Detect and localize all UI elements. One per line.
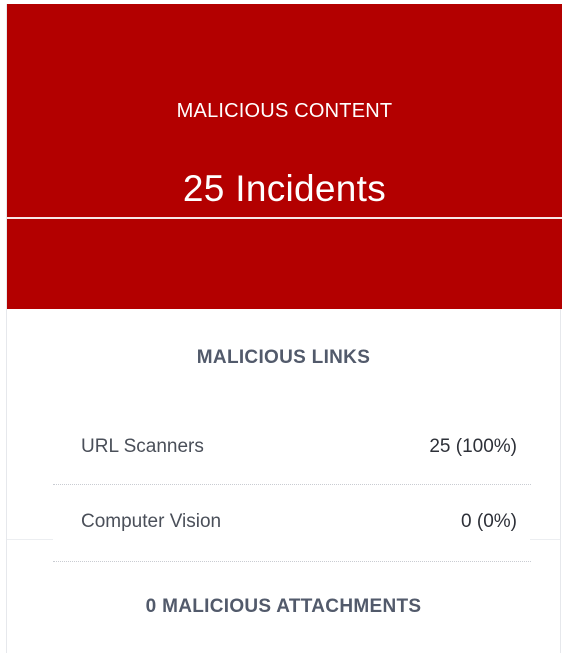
incident-count: 25 Incidents: [182, 168, 387, 209]
summary-label: MALICIOUS CONTENT: [176, 100, 393, 122]
row-value: 0 (0%): [461, 511, 517, 532]
summary-divider: [7, 217, 562, 219]
malicious-content-summary[interactable]: MALICIOUS CONTENT 25 Incidents: [7, 4, 562, 309]
section-divider-right: [530, 539, 560, 540]
computer-vision-row[interactable]: Computer Vision 0 (0%): [53, 511, 531, 541]
row-label: Computer Vision: [81, 511, 222, 532]
section-divider-left: [7, 539, 53, 540]
malicious-attachments-title[interactable]: 0 MALICIOUS ATTACHMENTS: [7, 596, 560, 618]
url-scanners-row[interactable]: URL Scanners 25 (100%): [53, 436, 531, 466]
malicious-links-title: MALICIOUS LINKS: [196, 347, 371, 368]
row-label: URL Scanners: [81, 436, 204, 457]
malicious-content-card: MALICIOUS CONTENT 25 Incidents MALICIOUS…: [6, 4, 562, 653]
row-value: 25 (100%): [429, 436, 517, 457]
row-divider: [53, 561, 531, 562]
row-divider: [53, 484, 531, 485]
